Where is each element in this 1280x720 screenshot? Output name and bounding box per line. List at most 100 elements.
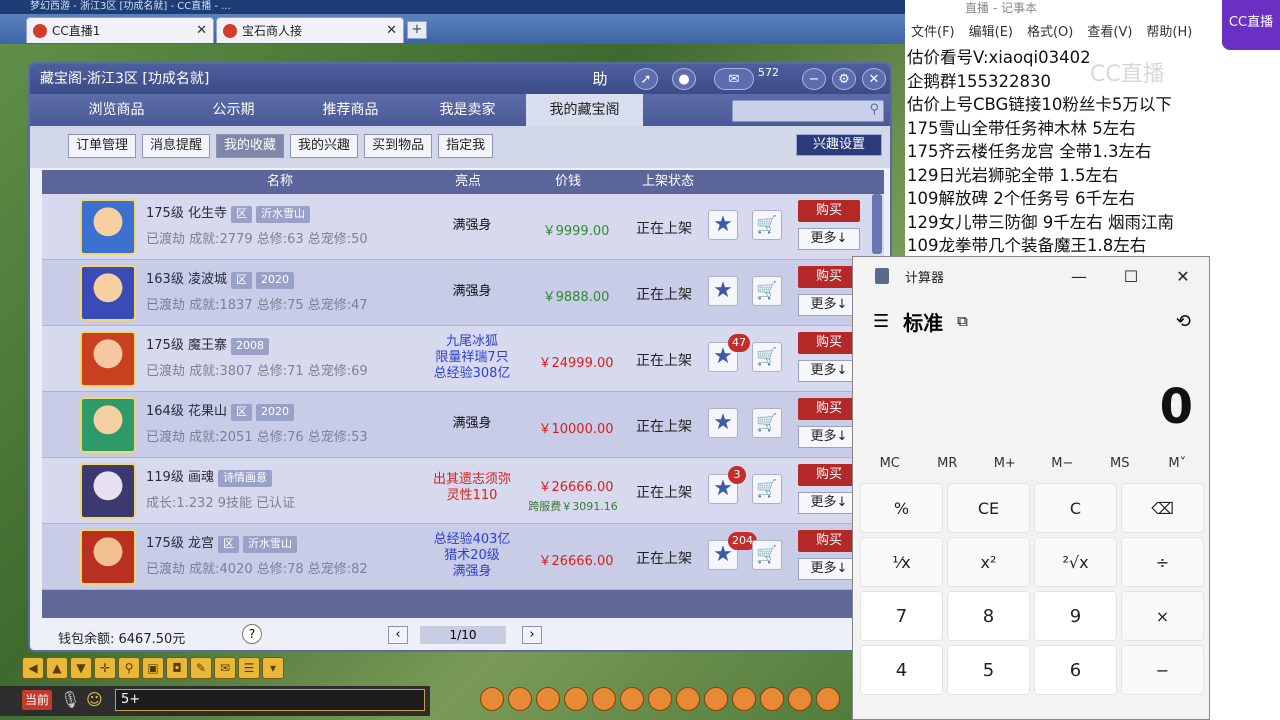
digit-6-key[interactable]: 6	[1034, 645, 1117, 695]
buy-button[interactable]: 购买	[798, 464, 860, 486]
cart-icon[interactable]: 🛒	[752, 276, 782, 306]
subtab-orders[interactable]: 订单管理	[68, 134, 137, 158]
list-icon[interactable]: ☰	[238, 657, 260, 679]
table-row[interactable]: 175级 魔王寨 2008 已渡劫 成就:3807 总修:71 总宠修:69 九尾…	[42, 326, 884, 392]
avatar[interactable]	[80, 529, 136, 585]
minimize-icon[interactable]: −	[802, 68, 826, 90]
digit-8-key[interactable]: 8	[947, 591, 1030, 641]
subtab-interests[interactable]: 我的兴趣	[290, 134, 359, 158]
sqrt-key[interactable]: ²√x	[1034, 537, 1117, 587]
digit-5-key[interactable]: 5	[947, 645, 1030, 695]
square-key[interactable]: x²	[947, 537, 1030, 587]
digit-4-key[interactable]: 4	[860, 645, 943, 695]
reciprocal-key[interactable]: ¹⁄x	[860, 537, 943, 587]
skill-icon[interactable]	[788, 687, 812, 711]
emoji-icon[interactable]: ☺	[86, 690, 103, 709]
skill-icon[interactable]	[592, 687, 616, 711]
more-button[interactable]: 更多↓	[798, 558, 860, 580]
arrow-left-icon[interactable]: ◀	[22, 657, 44, 679]
menu-format[interactable]: 格式(O)	[1027, 22, 1073, 44]
help-button[interactable]: 助	[588, 68, 612, 90]
clear-key[interactable]: C	[1034, 483, 1117, 533]
settings-icon[interactable]: ⚙	[832, 68, 856, 90]
skill-icon[interactable]	[676, 687, 700, 711]
more-button[interactable]: 更多↓	[798, 294, 860, 316]
keep-on-top-icon[interactable]: ⧉	[957, 312, 968, 330]
close-icon[interactable]: ✕	[1157, 267, 1209, 286]
minimize-icon[interactable]: —	[1053, 267, 1105, 286]
avatar[interactable]	[80, 397, 136, 453]
browser-tab-2[interactable]: 宝石商人接 ✕	[216, 17, 404, 43]
mem-store-button[interactable]: MS	[1091, 449, 1149, 479]
mem-list-button[interactable]: M˅	[1149, 449, 1207, 479]
skill-icon[interactable]	[732, 687, 756, 711]
more-button[interactable]: 更多↓	[798, 228, 860, 250]
lock-icon[interactable]: ◘	[166, 657, 188, 679]
next-page-button[interactable]: ›	[522, 626, 542, 644]
brush-icon[interactable]: ✎	[190, 657, 212, 679]
clear-entry-key[interactable]: CE	[947, 483, 1030, 533]
browser-tab-1[interactable]: CC直播1 ✕	[26, 17, 214, 43]
subtab-messages[interactable]: 消息提醒	[142, 134, 211, 158]
close-icon[interactable]: ✕	[862, 68, 886, 90]
skill-icon[interactable]	[704, 687, 728, 711]
mem-add-button[interactable]: M+	[976, 449, 1034, 479]
skill-icon[interactable]	[816, 687, 840, 711]
tab-my-cbg[interactable]: 我的藏宝阁	[526, 94, 643, 126]
history-icon[interactable]: ⟲	[1176, 311, 1191, 332]
table-row[interactable]: 163级 凌波城区 2020 已渡劫 成就:1837 总修:75 总宠修:47 满…	[42, 260, 884, 326]
tab-recommend[interactable]: 推荐商品	[292, 94, 409, 126]
scrollbar[interactable]	[872, 194, 882, 254]
message-icon[interactable]: ✉	[714, 68, 754, 90]
skill-icon[interactable]	[564, 687, 588, 711]
close-icon[interactable]: ✕	[386, 23, 397, 38]
search-input[interactable]: ⚲	[732, 100, 884, 122]
skill-icon[interactable]	[536, 687, 560, 711]
new-tab-button[interactable]: +	[407, 21, 427, 39]
divide-key[interactable]: ÷	[1121, 537, 1204, 587]
chat-input[interactable]: 5+	[115, 689, 425, 711]
digit-7-key[interactable]: 7	[860, 591, 943, 641]
cart-icon[interactable]: 🛒	[752, 210, 782, 240]
digit-9-key[interactable]: 9	[1034, 591, 1117, 641]
menu-help[interactable]: 帮助(H)	[1146, 22, 1192, 44]
search-icon[interactable]: ⚲	[118, 657, 140, 679]
backspace-key[interactable]: ⌫	[1121, 483, 1204, 533]
percent-key[interactable]: %	[860, 483, 943, 533]
microphone-icon[interactable]: 🎙	[60, 690, 80, 709]
hamburger-icon[interactable]: ☰	[873, 311, 889, 332]
star-icon[interactable]: ★	[708, 408, 738, 438]
chat-channel-button[interactable]: 当前	[22, 690, 52, 710]
cart-icon[interactable]: 🛒	[752, 408, 782, 438]
menu-file[interactable]: 文件(F)	[911, 22, 955, 44]
chat-icon[interactable]: ✉	[214, 657, 236, 679]
close-icon[interactable]: ✕	[196, 23, 207, 38]
table-row[interactable]: 119级 画魂 诗情画意 成长:1.232 9技能 已认证 出其遗志须弥 灵性110…	[42, 458, 884, 524]
star-icon[interactable]: ★	[708, 210, 738, 240]
cart-icon[interactable]: 🛒	[752, 342, 782, 372]
record-icon[interactable]: ●	[672, 68, 696, 90]
multiply-key[interactable]: ×	[1121, 591, 1204, 641]
buy-button[interactable]: 购买	[798, 332, 860, 354]
table-row[interactable]: 164级 花果山区 2020 已渡劫 成就:2051 总修:76 总宠修:53 满…	[42, 392, 884, 458]
more-button[interactable]: 更多↓	[798, 360, 860, 382]
tab-browse[interactable]: 浏览商品	[58, 94, 175, 126]
buy-button[interactable]: 购买	[798, 266, 860, 288]
maximize-icon[interactable]: ☐	[1105, 267, 1157, 286]
cart-icon[interactable]: 🛒	[752, 474, 782, 504]
mem-clear-button[interactable]: MC	[861, 449, 919, 479]
table-row[interactable]: 175级 龙宫区沂水雪山 已渡劫 成就:4020 总修:78 总宠修:82 总经…	[42, 524, 884, 590]
interest-settings-button[interactable]: 兴趣设置	[796, 134, 882, 156]
more-button[interactable]: 更多↓	[798, 426, 860, 448]
skill-icon[interactable]	[620, 687, 644, 711]
skill-icon[interactable]	[480, 687, 504, 711]
bag-icon[interactable]: ▣	[142, 657, 164, 679]
subtab-assigned[interactable]: 指定我	[438, 134, 494, 158]
question-icon[interactable]: ?	[242, 624, 262, 644]
buy-button[interactable]: 购买	[798, 530, 860, 552]
star-icon[interactable]: ★	[708, 276, 738, 306]
minus-key[interactable]: −	[1121, 645, 1204, 695]
avatar[interactable]	[80, 265, 136, 321]
subtab-purchased[interactable]: 买到物品	[364, 134, 433, 158]
menu-view[interactable]: 查看(V)	[1087, 22, 1132, 44]
